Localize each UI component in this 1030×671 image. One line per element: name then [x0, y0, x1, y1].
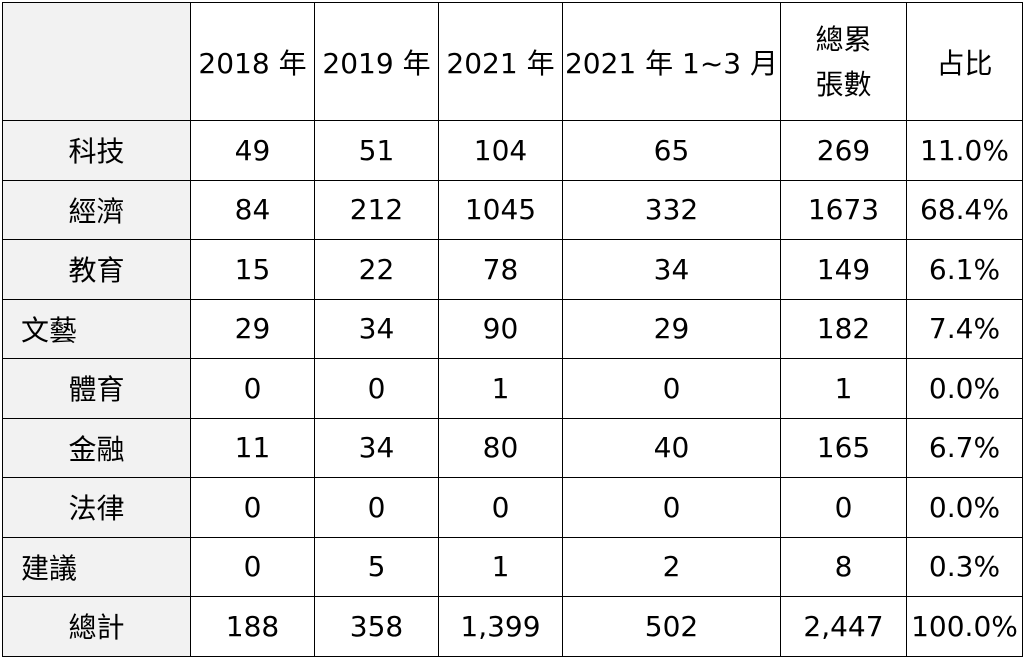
cell-2019: 5	[314, 536, 439, 597]
cell-2021-q1: 29	[562, 298, 781, 359]
cell-total: 182	[780, 298, 907, 359]
cell-share: 6.7%	[906, 417, 1023, 478]
cell-share: 0.0%	[906, 358, 1023, 419]
cell-2021: 1045	[438, 179, 563, 240]
cell-2021: 104	[438, 120, 563, 181]
cell-2021: 1	[438, 358, 563, 419]
cell-total: 2,447	[780, 596, 907, 657]
cell-total: 0	[780, 477, 907, 538]
cell-total: 8	[780, 536, 907, 597]
header-2021-q1: 2021 年 1~3 月	[562, 2, 781, 121]
cell-share: 0.0%	[906, 477, 1023, 538]
row-label: 建議	[2, 536, 191, 597]
table-row: 建議 0 5 1 2 8 0.3%	[2, 536, 1023, 597]
row-label: 文藝	[2, 298, 191, 359]
cell-2019: 34	[314, 298, 439, 359]
cell-2019: 212	[314, 179, 439, 240]
cell-2018: 49	[190, 120, 315, 181]
header-total-line1: 總累	[815, 22, 872, 56]
cell-total: 149	[780, 239, 907, 300]
cell-2018: 0	[190, 536, 315, 597]
cell-2021-q1: 40	[562, 417, 781, 478]
cell-share: 0.3%	[906, 536, 1023, 597]
table-row: 科技 49 51 104 65 269 11.0%	[2, 120, 1023, 181]
statistics-table: 2018 年 2019 年 2021 年 2021 年 1~3 月 總累 張數 …	[2, 2, 1023, 657]
header-total-count: 總累 張數	[780, 2, 907, 121]
cell-2021-q1: 65	[562, 120, 781, 181]
cell-2019: 358	[314, 596, 439, 657]
header-2019: 2019 年	[314, 2, 439, 121]
cell-2021: 1	[438, 536, 563, 597]
table-row: 金融 11 34 80 40 165 6.7%	[2, 417, 1023, 478]
table-row: 教育 15 22 78 34 149 6.1%	[2, 239, 1023, 300]
cell-share: 11.0%	[906, 120, 1023, 181]
cell-2018: 15	[190, 239, 315, 300]
cell-2019: 0	[314, 477, 439, 538]
cell-total: 1	[780, 358, 907, 419]
cell-2021: 1,399	[438, 596, 563, 657]
table-row: 經濟 84 212 1045 332 1673 68.4%	[2, 179, 1023, 240]
total-row: 總計 188 358 1,399 502 2,447 100.0%	[2, 596, 1023, 657]
row-label: 金融	[2, 417, 191, 478]
row-label: 法律	[2, 477, 191, 538]
cell-2018: 188	[190, 596, 315, 657]
cell-2018: 84	[190, 179, 315, 240]
header-2021: 2021 年	[438, 2, 563, 121]
cell-2021-q1: 332	[562, 179, 781, 240]
table-row: 法律 0 0 0 0 0 0.0%	[2, 477, 1023, 538]
cell-2021-q1: 0	[562, 477, 781, 538]
cell-2019: 22	[314, 239, 439, 300]
cell-2018: 0	[190, 358, 315, 419]
cell-2021-q1: 502	[562, 596, 781, 657]
header-row: 2018 年 2019 年 2021 年 2021 年 1~3 月 總累 張數 …	[2, 2, 1023, 121]
table-row: 文藝 29 34 90 29 182 7.4%	[2, 298, 1023, 359]
cell-2019: 0	[314, 358, 439, 419]
cell-2018: 29	[190, 298, 315, 359]
header-share: 占比	[906, 2, 1023, 121]
cell-share: 100.0%	[906, 596, 1023, 657]
row-label: 體育	[2, 358, 191, 419]
cell-total: 165	[780, 417, 907, 478]
header-2018: 2018 年	[190, 2, 315, 121]
cell-2019: 51	[314, 120, 439, 181]
table-row: 體育 0 0 1 0 1 0.0%	[2, 358, 1023, 419]
cell-2021: 90	[438, 298, 563, 359]
cell-total: 1673	[780, 179, 907, 240]
cell-share: 68.4%	[906, 179, 1023, 240]
cell-2021-q1: 0	[562, 358, 781, 419]
cell-share: 6.1%	[906, 239, 1023, 300]
row-label: 科技	[2, 120, 191, 181]
cell-2018: 0	[190, 477, 315, 538]
row-label: 教育	[2, 239, 191, 300]
cell-2019: 34	[314, 417, 439, 478]
cell-2021: 80	[438, 417, 563, 478]
cell-2021-q1: 34	[562, 239, 781, 300]
cell-2021: 0	[438, 477, 563, 538]
row-label: 總計	[2, 596, 191, 657]
row-label: 經濟	[2, 179, 191, 240]
cell-2021: 78	[438, 239, 563, 300]
header-corner-cell	[2, 2, 191, 121]
header-total-line2: 張數	[815, 67, 872, 101]
cell-2021-q1: 2	[562, 536, 781, 597]
cell-share: 7.4%	[906, 298, 1023, 359]
cell-2018: 11	[190, 417, 315, 478]
cell-total: 269	[780, 120, 907, 181]
